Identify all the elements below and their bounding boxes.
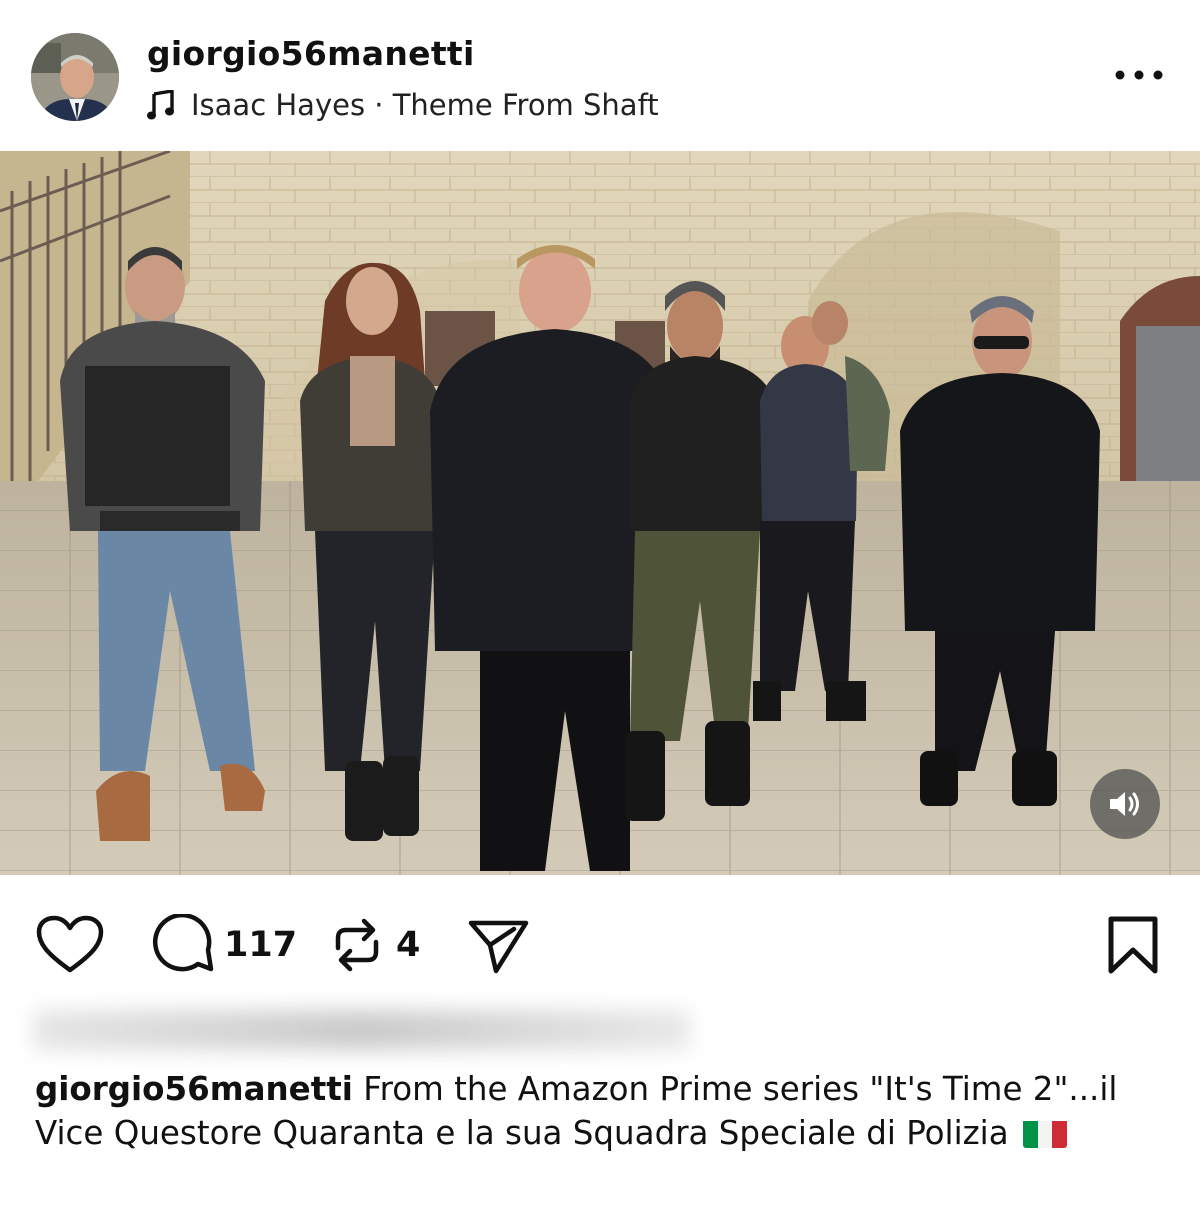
audio-label: Isaac Hayes · Theme From Shaft xyxy=(191,88,659,122)
comment-count: 117 xyxy=(224,925,298,965)
flag-red-stripe xyxy=(1052,1121,1067,1148)
liked-by-blurred xyxy=(34,1010,690,1050)
post-header: giorgio56manetti Isaac Hayes · Theme Fro… xyxy=(0,0,1200,150)
caption-username[interactable]: giorgio56manetti xyxy=(35,1070,353,1108)
speaker-icon xyxy=(1110,792,1139,816)
repost-button[interactable]: 4 xyxy=(328,900,420,990)
repost-icon xyxy=(335,918,379,972)
repost-count: 4 xyxy=(396,925,421,965)
post-caption: giorgio56manetti From the Amazon Prime s… xyxy=(35,1067,1175,1155)
share-button[interactable] xyxy=(466,900,530,990)
audio-attribution[interactable]: Isaac Hayes · Theme From Shaft xyxy=(147,86,659,124)
author-username[interactable]: giorgio56manetti xyxy=(147,34,475,73)
comment-button[interactable]: 117 xyxy=(150,900,297,990)
more-horizontal-icon[interactable] xyxy=(1114,68,1164,82)
group-photo-image xyxy=(0,151,1200,875)
action-bar: 117 4 xyxy=(0,900,1200,990)
save-button[interactable] xyxy=(1106,900,1160,990)
heart-icon xyxy=(36,915,104,973)
flag-white-stripe xyxy=(1037,1121,1053,1148)
music-note-icon xyxy=(147,90,174,120)
sound-toggle-button[interactable] xyxy=(1090,769,1160,839)
flag-green-stripe xyxy=(1022,1121,1038,1148)
post-photo[interactable] xyxy=(0,151,1200,875)
avatar[interactable] xyxy=(31,33,119,121)
comment-icon xyxy=(152,914,214,972)
bookmark-icon xyxy=(1108,916,1158,974)
italy-flag-icon xyxy=(1022,1118,1067,1148)
avatar-image xyxy=(31,33,119,121)
send-icon xyxy=(468,920,529,974)
like-button[interactable] xyxy=(36,900,104,990)
